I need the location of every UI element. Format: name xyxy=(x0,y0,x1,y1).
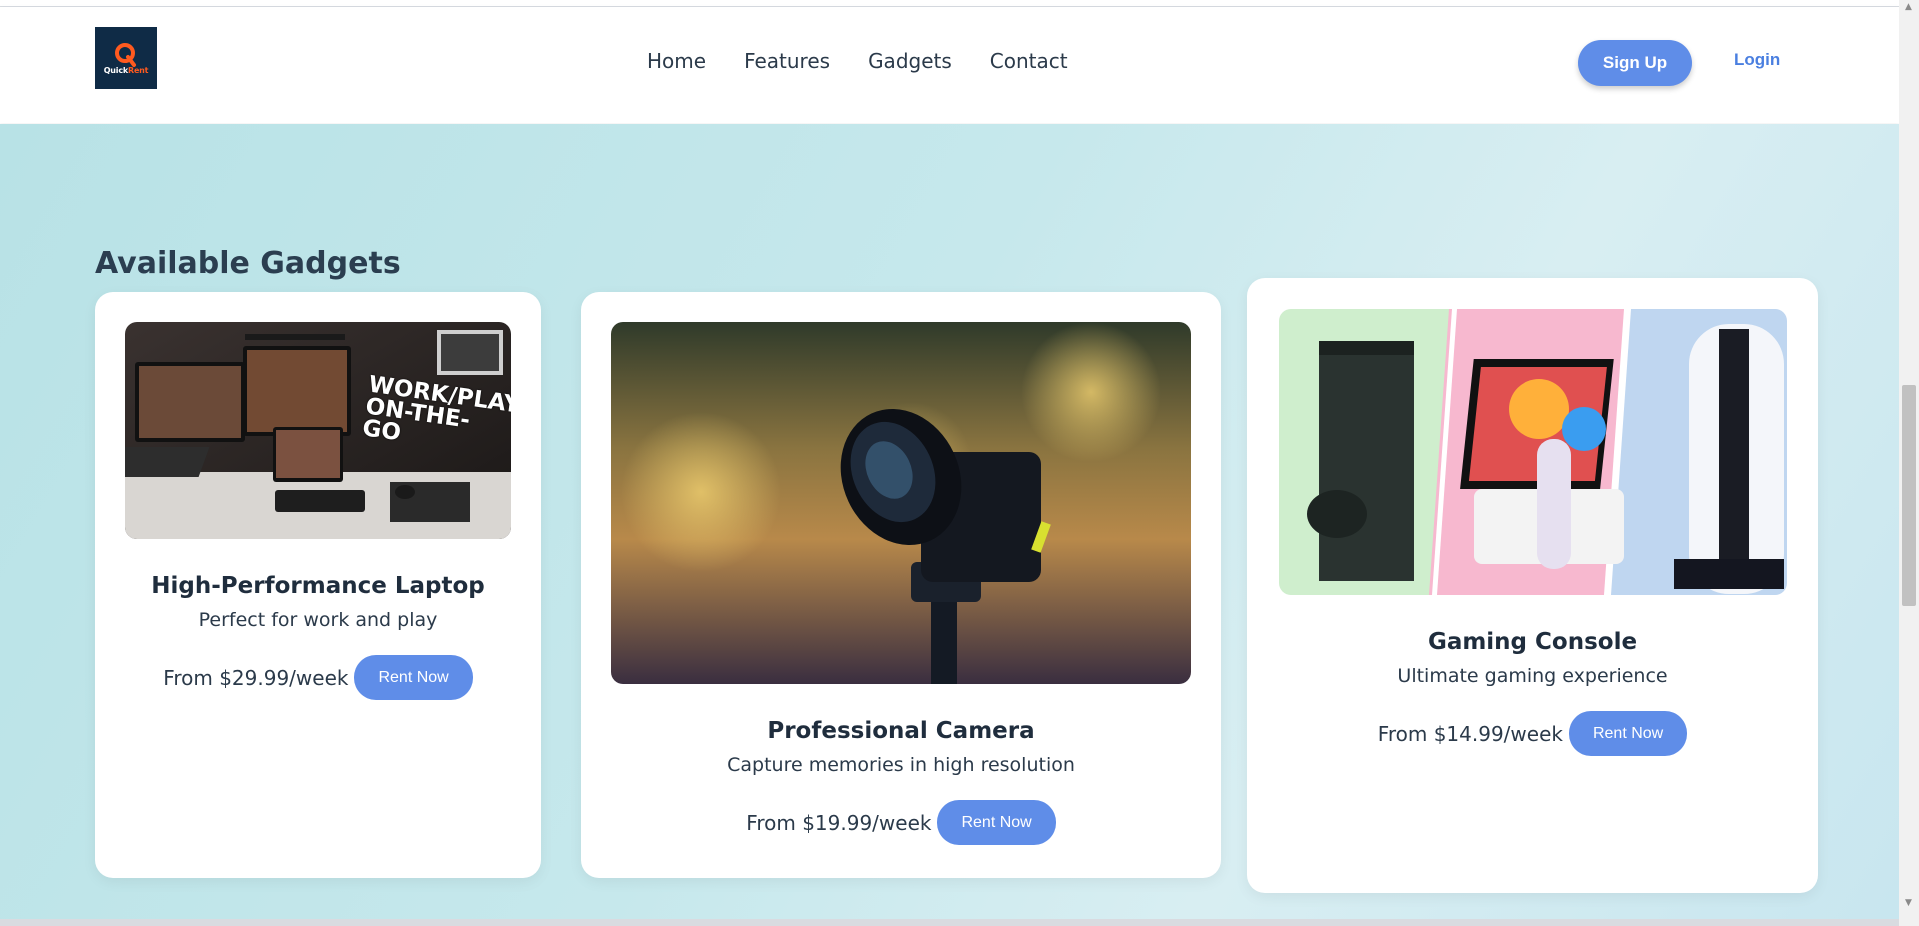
card-description: Capture memories in high resolution xyxy=(727,754,1075,776)
logo-text: QuickRent xyxy=(104,66,149,75)
rent-now-button[interactable]: Rent Now xyxy=(937,800,1056,845)
scroll-up-icon[interactable]: ▲ xyxy=(1905,2,1912,12)
price-row: From $29.99/week Rent Now xyxy=(163,655,473,700)
gadget-card-camera: Professional Camera Capture memories in … xyxy=(581,292,1221,878)
card-description: Perfect for work and play xyxy=(198,609,438,631)
section-title: Available Gadgets xyxy=(95,246,401,281)
nav-links: Home Features Gadgets Contact xyxy=(647,49,1068,73)
scrollbar-thumb[interactable] xyxy=(1902,385,1916,606)
top-border xyxy=(0,0,1899,7)
card-title: Professional Camera xyxy=(767,718,1035,744)
card-price: From $14.99/week xyxy=(1377,721,1563,746)
logo-text-quick: Quick xyxy=(103,65,129,75)
price-row: From $14.99/week Rent Now xyxy=(1377,711,1688,756)
card-price: From $29.99/week xyxy=(163,665,349,690)
rent-now-button[interactable]: Rent Now xyxy=(354,655,473,700)
nav-home[interactable]: Home xyxy=(647,49,706,73)
scroll-down-icon[interactable]: ▼ xyxy=(1905,898,1912,908)
card-description: Ultimate gaming experience xyxy=(1397,665,1668,687)
card-title: High-Performance Laptop xyxy=(151,573,485,599)
card-price: From $19.99/week xyxy=(746,810,932,835)
scrollbar[interactable]: ▲ ▼ xyxy=(1899,0,1919,926)
login-link[interactable]: Login xyxy=(1734,50,1780,70)
nav-features[interactable]: Features xyxy=(744,49,830,73)
laptop-image: WORK/PLAY ON-THE-GO xyxy=(125,322,511,539)
bottom-bar xyxy=(0,919,1899,926)
logo[interactable]: QuickRent xyxy=(95,27,157,89)
logo-q-icon xyxy=(115,42,136,67)
gadget-card-console: Gaming Console Ultimate gaming experienc… xyxy=(1247,278,1818,893)
price-row: From $19.99/week Rent Now xyxy=(746,800,1056,845)
navbar: QuickRent Home Features Gadgets Contact … xyxy=(0,7,1899,123)
nav-gadgets[interactable]: Gadgets xyxy=(868,49,952,73)
camera-image xyxy=(611,322,1191,684)
console-image xyxy=(1278,309,1787,595)
logo-text-rent: Rent xyxy=(128,65,149,75)
rent-now-button[interactable]: Rent Now xyxy=(1568,711,1688,756)
nav-contact[interactable]: Contact xyxy=(990,49,1068,73)
card-title: Gaming Console xyxy=(1427,629,1638,655)
gadget-card-laptop: WORK/PLAY ON-THE-GO High-Performance Lap… xyxy=(95,292,541,878)
signup-button[interactable]: Sign Up xyxy=(1578,40,1692,86)
